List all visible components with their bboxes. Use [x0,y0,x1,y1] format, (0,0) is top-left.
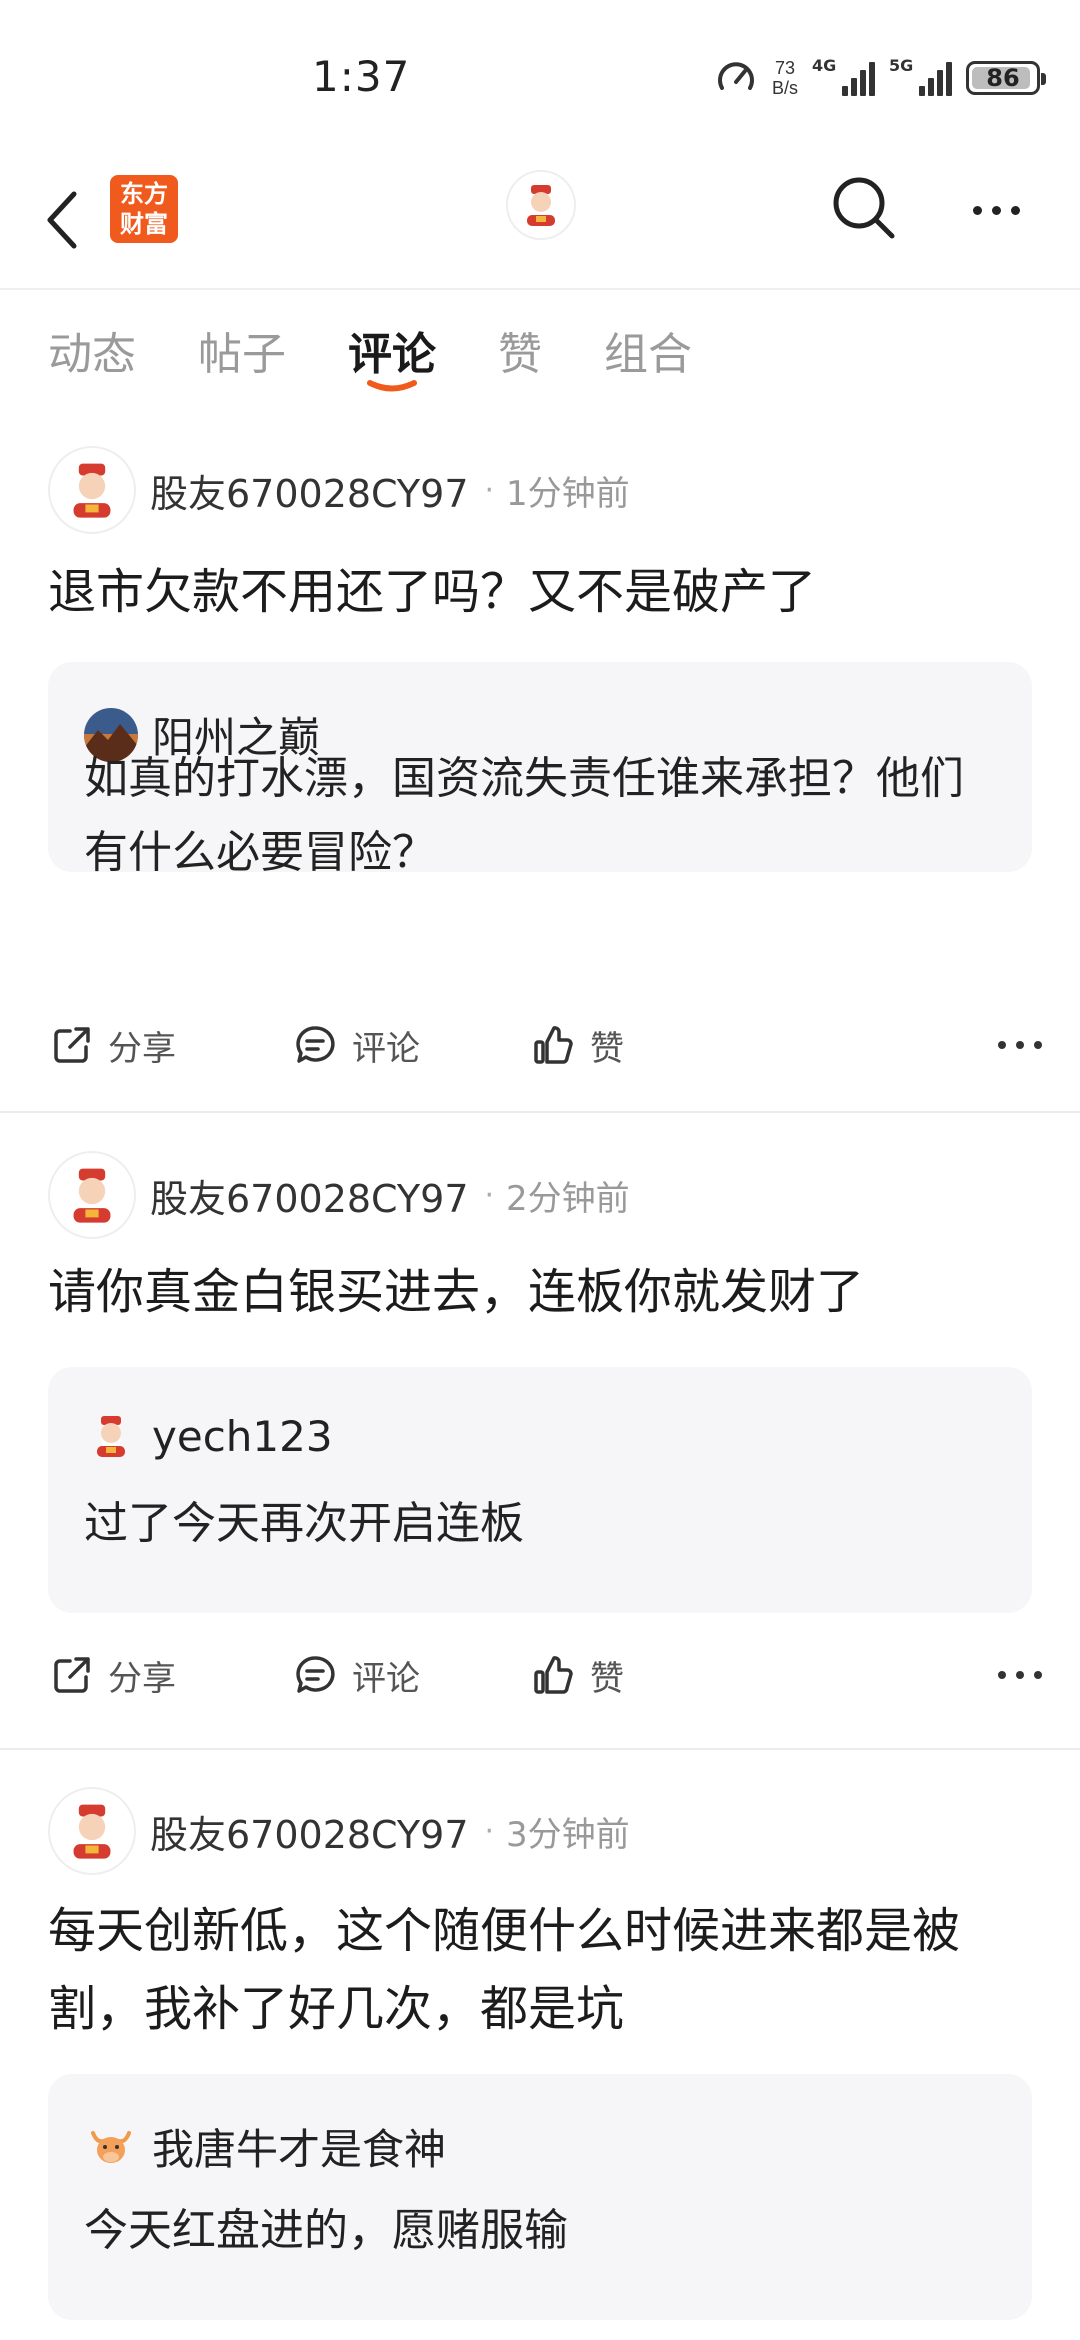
comment-author: 股友670028CY97 · 2分钟前 [48,1150,630,1240]
tab-activity[interactable]: 动态 [48,318,136,398]
profile-tabs: 动态 帖子 评论 赞 组合 [48,318,754,398]
quoted-username[interactable]: 我唐牛才是食神 [152,2116,446,2177]
more-options-icon[interactable] [998,1655,1042,1695]
comment-bubble-icon [296,1656,335,1693]
share-button[interactable]: 分享 [52,1005,176,1085]
thumbs-up-icon [534,1656,573,1694]
god-of-wealth-icon [73,1804,111,1859]
like-button[interactable]: 赞 [532,1005,624,1085]
quoted-text: 过了今天再次开启连板 [84,1498,524,1549]
comment-author: 股友670028CY97 · 3分钟前 [48,1786,630,1876]
speedometer-icon [718,62,754,90]
quoted-post[interactable]: yech123 过了今天再次开启连板 [48,1367,1032,1613]
quoted-post[interactable]: 阳州之巅 如真的打水漂，国资流失责任谁来承担？他们有什么必要冒险？ [48,662,1032,878]
avatar[interactable] [48,446,136,534]
back-arrow-icon[interactable] [40,180,100,260]
comment-card[interactable]: 股友670028CY97 · 2分钟前 请你真金白银买进去，连板你就发财了 ye… [0,1150,1080,1750]
comment-card[interactable]: 股友670028CY97 · 3分钟前 每天创新低，这个随便什么时候进来都是被割… [0,1786,1080,2340]
username[interactable]: 股友670028CY97 [150,1804,469,1859]
separator-dot: · [484,1177,495,1213]
comment-button[interactable]: 评论 [294,1005,420,1085]
status-bar: 1:37 73 B/s 4G 5G 86 [0,0,1080,150]
username[interactable]: 股友670028CY97 [150,1168,469,1223]
comment-text: 每天创新低，这个随便什么时候进来都是被割，我补了好几次，都是坑 [48,1903,961,2037]
tab-comments[interactable]: 评论 [348,318,436,398]
avatar[interactable] [48,1151,136,1239]
divider [0,1748,1080,1750]
comment-author: 股友670028CY97 · 1分钟前 [48,445,630,535]
username[interactable]: 股友670028CY97 [150,463,469,518]
signal-4g-icon: 4G [812,56,875,96]
separator-dot: · [484,472,495,508]
comment-button[interactable]: 评论 [294,1635,420,1715]
quoted-text: 如真的打水漂，国资流失责任谁来承担？他们有什么必要冒险？ [84,753,964,878]
active-tab-indicator [367,380,417,392]
comment-card[interactable]: 股友670028CY97 · 1分钟前 退市欠款不用还了吗？又不是破产了 阳州之… [0,445,1080,1115]
share-icon [54,1027,90,1063]
avatar[interactable] [48,1787,136,1875]
more-options-icon[interactable] [964,180,1028,240]
app-header: 东方 财富 [0,150,1080,290]
tab-likes[interactable]: 赞 [498,318,542,398]
profile-avatar[interactable] [506,170,576,240]
status-time: 1:37 [312,52,411,101]
comment-text: 请你真金白银买进去，连板你就发财了 [48,1264,865,1320]
timestamp: 2分钟前 [506,1178,630,1219]
quoted-username[interactable]: yech123 [152,1412,333,1461]
search-icon[interactable] [828,172,900,244]
timestamp: 3分钟前 [506,1814,630,1855]
god-of-wealth-icon [527,185,555,226]
status-icons: 73 B/s 4G 5G 86 [714,56,1046,100]
divider [0,1111,1080,1113]
action-bar: 分享 评论 赞 [0,1005,1080,1085]
battery-icon: 86 [966,61,1046,95]
like-button[interactable]: 赞 [532,1635,624,1715]
god-of-wealth-icon [73,1168,111,1223]
share-icon [54,1657,90,1693]
bull-avatar [84,2120,138,2174]
network-speed: 73 B/s [771,58,798,98]
timestamp: 1分钟前 [506,473,630,514]
comment-bubble-icon [296,1026,335,1063]
comment-text: 退市欠款不用还了吗？又不是破产了 [48,564,817,620]
share-button[interactable]: 分享 [52,1635,176,1715]
tab-portfolio[interactable]: 组合 [604,318,692,398]
quoted-post[interactable]: 我唐牛才是食神 今天红盘进的，愿赌服输 [48,2074,1032,2320]
thumbs-up-icon [534,1026,573,1064]
quoted-text: 今天红盘进的，愿赌服输 [84,2205,568,2256]
more-options-icon[interactable] [998,1025,1042,1065]
action-bar: 分享 评论 赞 [0,1635,1080,1715]
tab-posts[interactable]: 帖子 [198,318,286,398]
eastmoney-logo[interactable]: 东方 财富 [110,175,178,243]
god-of-wealth-avatar [84,1409,138,1463]
signal-5g-icon: 5G [889,56,952,96]
separator-dot: · [484,1813,495,1849]
god-of-wealth-icon [73,463,111,518]
